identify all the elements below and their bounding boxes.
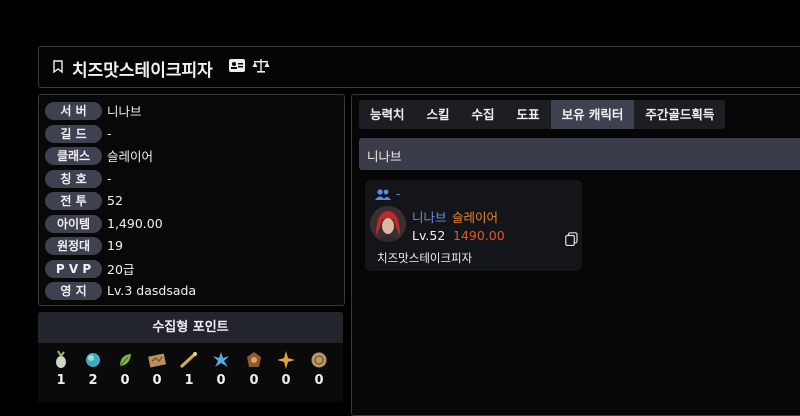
- collectible-count: 0: [281, 373, 291, 388]
- character-header: 치즈맛스테이크피자: [38, 46, 800, 88]
- profile-label: 서 버: [45, 101, 102, 120]
- collectible-item[interactable]: 0: [271, 350, 301, 388]
- profile-row-pvp: P V P 20급: [45, 259, 134, 278]
- scale-icon[interactable]: [252, 58, 270, 73]
- character-level: Lv.52: [412, 228, 446, 243]
- character-group-name: -: [396, 187, 401, 201]
- profile-label: 길 드: [45, 124, 102, 143]
- profile-value: 1,490.00: [107, 216, 163, 231]
- collectible-item[interactable]: 0: [304, 350, 334, 388]
- profile-row-server: 서 버 니나브: [45, 101, 142, 120]
- character-class: 슬레이어: [452, 210, 499, 225]
- profile-row-combat: 전 투 52: [45, 191, 123, 210]
- tab-owned-characters[interactable]: 보유 캐릭터: [550, 100, 635, 129]
- character-server: 니나브: [412, 210, 447, 225]
- collectible-item[interactable]: 0: [239, 350, 269, 388]
- collectible-count: 0: [249, 373, 259, 388]
- profile-label: 전 투: [45, 191, 102, 210]
- ignea-token-icon: [247, 352, 261, 367]
- profile-label: 아이템: [45, 214, 102, 233]
- profile-panel: 서 버 니나브 길 드 - 클래스 슬레이어 칭 호 - 전 투 52 아이템 …: [38, 94, 345, 306]
- profile-row-title: 칭 호 -: [45, 169, 112, 188]
- profile-value: -: [107, 171, 112, 186]
- giant-heart-icon: [213, 352, 229, 367]
- profile-value: 19: [107, 238, 123, 253]
- profile-label: 원정대: [45, 236, 102, 255]
- character-card[interactable]: - 니나브 슬레이어 Lv.52 1490.00 치즈맛스테이크피자: [365, 180, 582, 271]
- id-card-icon[interactable]: [229, 59, 245, 72]
- orpheus-star-icon: [277, 351, 295, 369]
- character-name: 치즈맛스테이크피자: [377, 251, 473, 265]
- profile-label: 칭 호: [45, 169, 102, 188]
- collectible-count: 0: [120, 373, 130, 388]
- mokoko-seed-icon: [56, 350, 66, 368]
- server-group-bar[interactable]: 니나브: [359, 138, 800, 170]
- bookmark-icon[interactable]: [53, 60, 63, 73]
- profile-value: -: [107, 126, 112, 141]
- collectible-item[interactable]: 0: [142, 350, 172, 388]
- profile-row-item-level: 아이템 1,490.00: [45, 214, 163, 233]
- voyage-pipe-icon: [180, 352, 197, 368]
- collectible-item[interactable]: 1: [46, 350, 76, 388]
- collectible-item[interactable]: 0: [110, 350, 140, 388]
- collectible-count: 0: [216, 373, 226, 388]
- tab-skills[interactable]: 스킬: [416, 100, 461, 129]
- profile-row-class: 클래스 슬레이어: [45, 146, 153, 165]
- profile-label: P V P: [45, 259, 102, 278]
- character-title: 치즈맛스테이크피자: [72, 61, 213, 81]
- art-map-icon: [148, 353, 167, 368]
- character-group: -: [375, 187, 400, 201]
- collectible-item[interactable]: 0: [206, 350, 236, 388]
- detail-panel: 능력치 스킬 수집 도표 보유 캐릭터 주간골드획득 니나브 - 니나브 슬레이…: [351, 94, 800, 416]
- collectible-count: 0: [152, 373, 162, 388]
- tab-stats[interactable]: 능력치: [359, 100, 416, 129]
- collectible-count: 1: [56, 373, 66, 388]
- sea-bounty-icon: [311, 352, 327, 368]
- tab-charts[interactable]: 도표: [506, 100, 551, 129]
- world-tree-leaf-icon: [119, 354, 131, 367]
- copy-icon[interactable]: [565, 232, 578, 246]
- profile-value: Lv.3 dasdsada: [107, 283, 197, 298]
- collectible-points-panel: 수집형 포인트 1 2 0 0 1 0 0 0 0: [38, 312, 343, 402]
- profile-value: 52: [107, 193, 123, 208]
- profile-row-stronghold: 영 지 Lv.3 dasdsada: [45, 281, 196, 300]
- profile-row-roster: 원정대 19: [45, 236, 123, 255]
- collectible-count: 1: [184, 373, 194, 388]
- collectible-item[interactable]: 1: [174, 350, 204, 388]
- profile-row-guild: 길 드 -: [45, 124, 112, 143]
- collectible-points-title: 수집형 포인트: [38, 312, 343, 343]
- collectible-count: 0: [314, 373, 324, 388]
- tab-bar: 능력치 스킬 수집 도표 보유 캐릭터 주간골드획득: [359, 100, 726, 129]
- character-item-level: 1490.00: [453, 228, 505, 243]
- island-heart-icon: [86, 353, 100, 367]
- collectible-count: 2: [88, 373, 98, 388]
- tab-weekly-gold[interactable]: 주간골드획득: [634, 100, 725, 129]
- tab-collection[interactable]: 수집: [461, 100, 506, 129]
- server-group-label: 니나브: [367, 149, 402, 164]
- profile-value: 20급: [107, 262, 135, 277]
- collectible-item[interactable]: 2: [78, 350, 108, 388]
- character-avatar: [370, 206, 406, 242]
- profile-label: 영 지: [45, 281, 102, 300]
- profile-value: 슬레이어: [107, 149, 154, 164]
- profile-value: 니나브: [107, 104, 142, 119]
- users-icon: [375, 188, 391, 200]
- profile-label: 클래스: [45, 146, 102, 165]
